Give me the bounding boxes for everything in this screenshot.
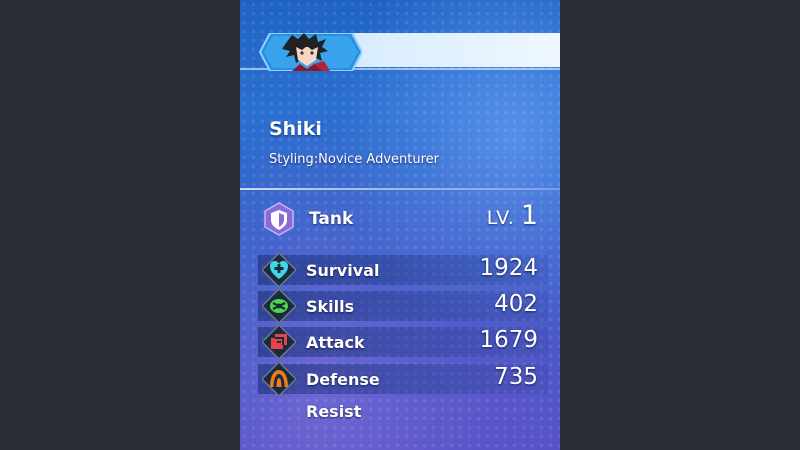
level-display: LV. 1	[487, 200, 538, 231]
shield-icon	[264, 202, 294, 236]
header-bar	[350, 33, 560, 67]
role-row: Tank LV. 1	[260, 200, 560, 238]
stat-label: Skills	[306, 297, 355, 316]
resist-label[interactable]: Resist	[306, 402, 361, 421]
stat-label: Defense	[306, 370, 380, 389]
stat-row-skills: Skills 402	[258, 289, 548, 323]
character-styling: Styling:Novice Adventurer	[269, 152, 439, 167]
attack-icon	[262, 325, 296, 359]
section-divider	[240, 188, 560, 190]
character-status-panel: Shiki Styling:Novice Adventurer Tank LV.…	[240, 0, 560, 450]
stat-value: 1924	[479, 255, 538, 281]
stat-label: Attack	[306, 333, 365, 352]
stat-row-survival: Survival 1924	[258, 253, 548, 287]
role-label: Tank	[309, 209, 354, 229]
character-name: Shiki	[269, 118, 322, 140]
stat-value: 735	[494, 364, 538, 390]
defense-icon	[262, 362, 296, 396]
stat-row-defense: Defense 735	[258, 362, 548, 396]
stat-row-attack: Attack 1679	[258, 325, 548, 359]
stat-value: 1679	[479, 327, 538, 353]
stat-value: 402	[494, 291, 538, 317]
level-value: 1	[520, 200, 538, 231]
character-portrait[interactable]	[252, 33, 362, 71]
level-prefix: LV.	[486, 207, 515, 229]
stat-label: Survival	[306, 261, 380, 280]
skills-icon	[262, 289, 296, 323]
heart-plus-icon	[262, 253, 296, 287]
